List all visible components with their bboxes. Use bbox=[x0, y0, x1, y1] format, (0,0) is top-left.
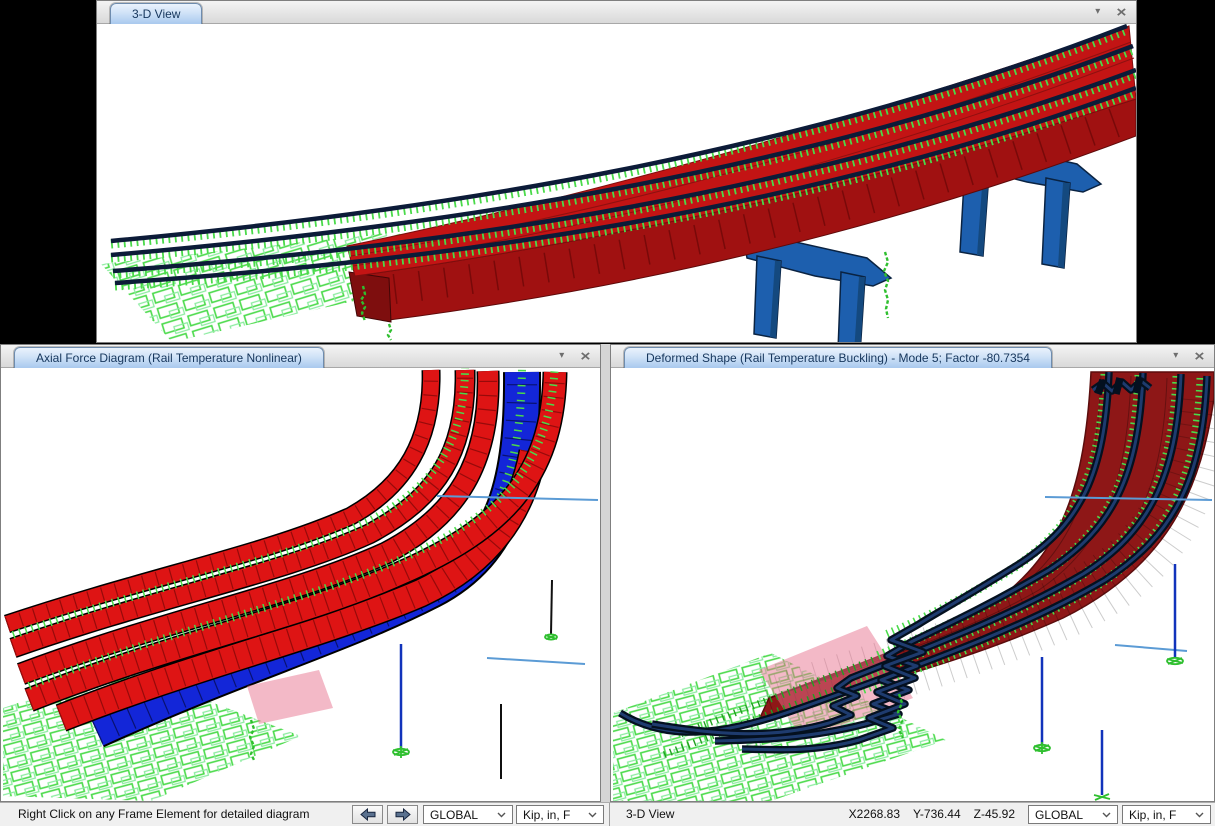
chevron-down-icon bbox=[497, 812, 506, 818]
viewport-deformed-shape[interactable] bbox=[611, 368, 1214, 801]
window-axial-force: Axial Force Diagram (Rail Temperature No… bbox=[0, 344, 601, 802]
window-menu-icon[interactable]: ▾ bbox=[1095, 7, 1100, 17]
tab-3d-view-label: 3-D View bbox=[132, 7, 180, 21]
cursor-x: X2268.83 bbox=[849, 807, 900, 821]
status-bar: Right Click on any Frame Element for det… bbox=[0, 802, 1215, 826]
units-select-right[interactable]: Kip, in, F bbox=[1122, 805, 1211, 824]
deformed-shape-graphic bbox=[611, 368, 1214, 801]
window-menu-icon[interactable]: ▾ bbox=[559, 351, 564, 361]
tab-3d-view[interactable]: 3-D View bbox=[110, 3, 202, 24]
titlebar-3d-view: 3-D View ▾ × bbox=[97, 1, 1136, 24]
active-view-label: 3-D View bbox=[626, 807, 674, 821]
window-controls: ▾ × bbox=[1173, 345, 1204, 367]
support-markers bbox=[898, 658, 1183, 800]
window-close-icon[interactable]: × bbox=[1117, 5, 1127, 20]
left-arrow-icon bbox=[359, 808, 377, 821]
window-3d-view: 3-D View ▾ × bbox=[96, 0, 1137, 343]
force-ribbons bbox=[7, 368, 555, 730]
units-select-left[interactable]: Kip, in, F bbox=[516, 805, 604, 824]
window-close-icon[interactable]: × bbox=[1195, 349, 1205, 364]
status-left-section: Right Click on any Frame Element for det… bbox=[0, 803, 609, 826]
tab-axial-force-label: Axial Force Diagram (Rail Temperature No… bbox=[36, 351, 302, 365]
coordinate-system-select-right[interactable]: GLOBAL bbox=[1028, 805, 1118, 824]
next-case-button[interactable] bbox=[387, 805, 418, 824]
cursor-y: Y-736.44 bbox=[913, 807, 961, 821]
titlebar-axial-force: Axial Force Diagram (Rail Temperature No… bbox=[1, 345, 600, 368]
window-menu-icon[interactable]: ▾ bbox=[1173, 351, 1178, 361]
coordinate-system-select-left[interactable]: GLOBAL bbox=[423, 805, 513, 824]
window-close-icon[interactable]: × bbox=[581, 349, 591, 364]
titlebar-deformed-shape: Deformed Shape (Rail Temperature Bucklin… bbox=[611, 345, 1214, 368]
units-value: Kip, in, F bbox=[1129, 808, 1189, 822]
bridge-model-graphic bbox=[97, 24, 1136, 342]
status-right-section: 3-D View X2268.83 Y-736.44 Z-45.92 GLOBA… bbox=[609, 803, 1215, 826]
chevron-down-icon bbox=[588, 812, 597, 818]
window-deformed-shape: Deformed Shape (Rail Temperature Bucklin… bbox=[610, 344, 1215, 802]
chevron-down-icon bbox=[1102, 812, 1111, 818]
units-value: Kip, in, F bbox=[523, 808, 582, 822]
window-divider bbox=[601, 344, 610, 802]
cursor-z: Z-45.92 bbox=[974, 807, 1015, 821]
tab-axial-force[interactable]: Axial Force Diagram (Rail Temperature No… bbox=[14, 347, 324, 368]
coordinate-system-value: GLOBAL bbox=[1035, 808, 1096, 822]
application-root: 3-D View ▾ × bbox=[0, 0, 1215, 826]
chevron-down-icon bbox=[1195, 812, 1204, 818]
coordinate-system-value: GLOBAL bbox=[430, 808, 491, 822]
window-controls: ▾ × bbox=[559, 345, 590, 367]
viewport-axial-force[interactable] bbox=[1, 368, 600, 801]
right-arrow-icon bbox=[394, 808, 412, 821]
axial-force-graphic bbox=[1, 368, 600, 801]
viewport-3d-view[interactable] bbox=[97, 24, 1136, 342]
tab-deformed-shape[interactable]: Deformed Shape (Rail Temperature Bucklin… bbox=[624, 347, 1052, 368]
previous-case-button[interactable] bbox=[352, 805, 383, 824]
tab-deformed-shape-label: Deformed Shape (Rail Temperature Bucklin… bbox=[646, 351, 1030, 365]
window-controls: ▾ × bbox=[1095, 1, 1126, 23]
status-hint-text: Right Click on any Frame Element for det… bbox=[18, 807, 309, 821]
bridge-deck bbox=[347, 26, 1136, 322]
cursor-coordinates: X2268.83 Y-736.44 Z-45.92 bbox=[849, 807, 1015, 821]
